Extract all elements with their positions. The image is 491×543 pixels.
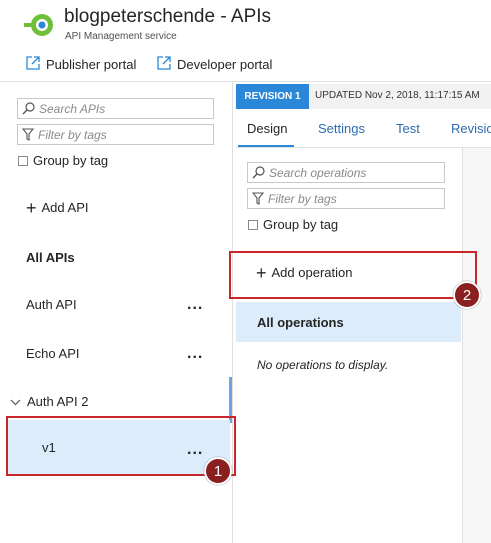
- filter-tags-input[interactable]: [34, 127, 208, 142]
- group-by-tag-checkbox[interactable]: Group by tag: [18, 153, 108, 168]
- page-subtitle: API Management service: [65, 31, 177, 42]
- annotation-box-2: [229, 251, 477, 299]
- external-link-icon: [26, 56, 40, 73]
- group-by-tag-label: Group by tag: [263, 217, 339, 232]
- more-icon[interactable]: ...: [187, 345, 203, 363]
- checkbox-box[interactable]: [18, 155, 28, 166]
- api-group-auth-api-2[interactable]: Auth API 2: [10, 394, 88, 409]
- tab-design[interactable]: Design: [247, 121, 287, 136]
- annotation-badge-2: 2: [453, 281, 481, 309]
- checkbox-box[interactable]: [248, 219, 258, 230]
- publisher-portal-link[interactable]: Publisher portal: [26, 56, 136, 73]
- revision-updated-text: UPDATED Nov 2, 2018, 11:17:15 AM: [315, 90, 480, 101]
- app-logo-icon: [24, 10, 56, 40]
- tab-revisions[interactable]: Revisio: [451, 121, 491, 136]
- more-icon[interactable]: ...: [187, 296, 203, 314]
- api-item-echo-api[interactable]: Echo API: [26, 346, 79, 361]
- tab-test[interactable]: Test: [396, 121, 420, 136]
- plus-icon: +: [26, 197, 37, 218]
- developer-portal-label: Developer portal: [177, 57, 273, 72]
- group-by-tag-label: Group by tag: [33, 153, 109, 168]
- revision-badge[interactable]: REVISION 1: [236, 84, 309, 109]
- editor-area: [463, 148, 491, 543]
- all-apis-item[interactable]: All APIs: [26, 250, 75, 265]
- add-api-button[interactable]: + Add API: [26, 197, 89, 218]
- filter-tags-box[interactable]: [17, 124, 214, 145]
- external-link-icon: [157, 56, 171, 73]
- api-group-label: Auth API 2: [27, 394, 89, 409]
- search-icon: [18, 102, 35, 115]
- search-operations-box[interactable]: [247, 162, 445, 183]
- empty-operations-message: No operations to display.: [257, 358, 389, 372]
- publisher-portal-label: Publisher portal: [46, 57, 137, 72]
- search-apis-box[interactable]: [17, 98, 214, 119]
- search-icon: [248, 166, 265, 179]
- search-apis-input[interactable]: [35, 101, 209, 116]
- filter-operations-input[interactable]: [264, 191, 438, 206]
- developer-portal-link[interactable]: Developer portal: [157, 56, 272, 73]
- add-api-label: Add API: [41, 200, 89, 215]
- all-operations-label: All operations: [257, 315, 344, 330]
- tab-settings[interactable]: Settings: [318, 121, 365, 136]
- filter-icon: [248, 192, 264, 205]
- page-title: blogpeterschende - APIs: [64, 6, 272, 27]
- annotation-badge-1: 1: [204, 457, 232, 485]
- api-item-auth-api[interactable]: Auth API: [26, 297, 77, 312]
- annotation-box-1: [6, 416, 236, 476]
- filter-icon: [18, 128, 34, 141]
- filter-operations-box[interactable]: [247, 188, 445, 209]
- chevron-down-icon[interactable]: [10, 394, 21, 409]
- group-by-tag-checkbox[interactable]: Group by tag: [248, 217, 338, 232]
- search-operations-input[interactable]: [265, 165, 439, 180]
